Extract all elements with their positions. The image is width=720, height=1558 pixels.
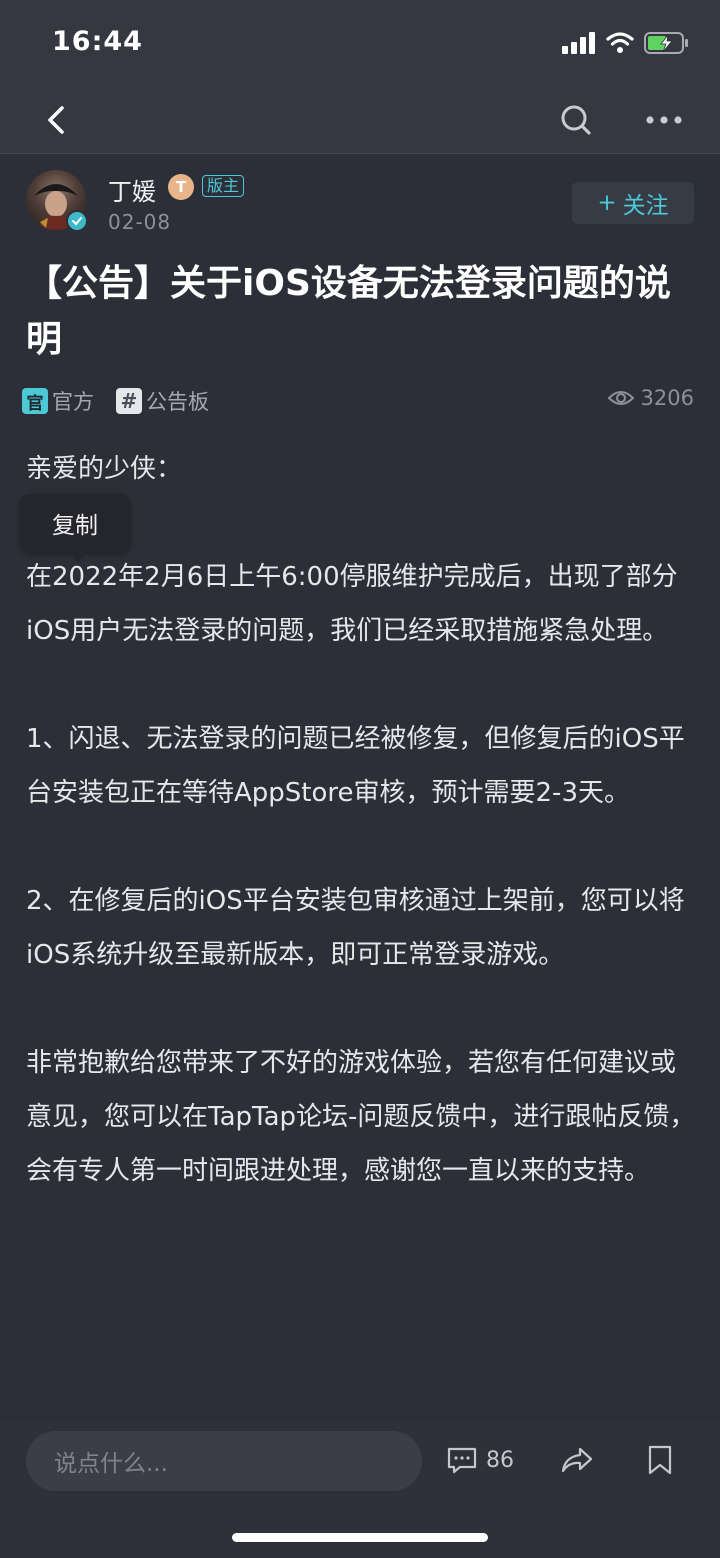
share-button[interactable] xyxy=(560,1444,594,1480)
battery-icon xyxy=(644,32,688,54)
comment-button[interactable]: 86 xyxy=(446,1444,514,1476)
more-dots-icon xyxy=(646,116,682,124)
paragraph: 1、闪退、无法登录的问题已经被修复，但修复后的iOS平台安装包正在等待AppSt… xyxy=(26,724,685,808)
post-date: 02-08 xyxy=(108,210,172,234)
share-icon xyxy=(561,1447,593,1473)
hashtag-icon: # xyxy=(116,388,142,414)
more-button[interactable] xyxy=(643,98,687,142)
author-name[interactable]: 丁媛 xyxy=(108,172,156,207)
copy-tooltip[interactable]: 复制 xyxy=(20,494,130,562)
tag-official[interactable]: 官 官方 xyxy=(22,386,94,416)
search-button[interactable] xyxy=(556,98,596,142)
tag-label: 官方 xyxy=(52,390,94,414)
paragraph: 非常抱歉给您带来了不好的游戏体验，若您有任何建议或意见，您可以在TapTap论坛… xyxy=(26,1048,696,1186)
follow-label: 关注 xyxy=(622,193,669,219)
view-count: 3206 xyxy=(607,386,694,410)
chevron-left-icon xyxy=(48,106,64,134)
status-time: 16:44 xyxy=(52,26,143,57)
tags-row: 官 官方 # 公告板 3206 xyxy=(22,384,694,416)
comment-icon xyxy=(447,1447,477,1474)
home-indicator[interactable] xyxy=(232,1533,488,1542)
signal-icon xyxy=(562,32,595,54)
comment-input[interactable]: 说点什么... xyxy=(26,1431,422,1491)
follow-button[interactable]: + 关注 xyxy=(572,182,694,224)
view-count-value: 3206 xyxy=(640,386,694,410)
bookmark-button[interactable] xyxy=(646,1444,674,1480)
paragraph: 在2022年2月6日上午6:00停服维护完成后，出现了部分iOS用户无法登录的问… xyxy=(26,562,678,646)
comment-count: 86 xyxy=(486,1447,514,1473)
tag-label: 公告板 xyxy=(146,390,209,414)
verified-badge-icon xyxy=(66,210,88,232)
level-badge-icon: T xyxy=(168,174,194,200)
plus-icon: + xyxy=(597,190,617,216)
tag-board[interactable]: # 公告板 xyxy=(116,386,209,416)
paragraph: 2、在修复后的iOS平台安装包审核通过上架前，您可以将iOS系统升级至最新版本，… xyxy=(26,886,685,970)
official-icon: 官 xyxy=(22,388,48,414)
author-row: 丁媛 T 版主 02-08 + 关注 xyxy=(26,170,696,240)
status-bar: 16:44 xyxy=(0,0,720,88)
greeting: 亲爱的少侠： xyxy=(26,454,183,484)
moderator-badge: 版主 xyxy=(202,175,245,197)
nav-bar xyxy=(0,88,720,154)
post-body: 亲爱的少侠： 在2022年2月6日上午6:00停服维护完成后，出现了部分iOS用… xyxy=(26,442,696,1198)
back-button[interactable] xyxy=(40,98,76,142)
wifi-icon xyxy=(606,32,634,53)
post-title: 【公告】关于iOS设备无法登录问题的说明 xyxy=(26,263,671,360)
eye-icon xyxy=(607,391,634,405)
bookmark-icon xyxy=(648,1445,672,1475)
status-icons xyxy=(562,30,690,56)
search-icon xyxy=(561,105,591,135)
